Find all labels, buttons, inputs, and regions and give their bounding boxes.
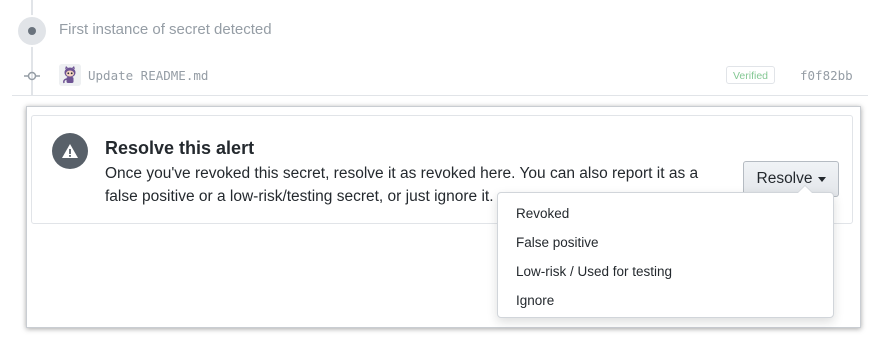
alert-title: Resolve this alert [105,138,255,158]
page: First instance of secret detected Update… [0,0,880,339]
alert-triangle-icon [52,133,88,169]
resolve-dropdown-menu: Revoked False positive Low-risk / Used f… [497,185,834,318]
timeline-event-text: First instance of secret detected [59,21,272,38]
octocat-avatar-icon[interactable] [59,64,81,86]
commit-message-link[interactable]: Update README.md [88,68,208,83]
timeline-event-badge [16,15,48,47]
menu-item-revoked[interactable]: Revoked [498,199,833,228]
menu-item-false-positive[interactable]: False positive [498,228,833,257]
caret-down-icon [817,176,826,182]
divider [12,95,868,96]
git-commit-icon [24,71,40,81]
menu-item-ignore[interactable]: Ignore [498,286,833,315]
verified-badge[interactable]: Verified [726,66,776,84]
commit-sha-link[interactable]: f0f82bb [800,68,853,83]
menu-item-low-risk[interactable]: Low-risk / Used for testing [498,257,833,286]
dot-icon [28,27,36,35]
